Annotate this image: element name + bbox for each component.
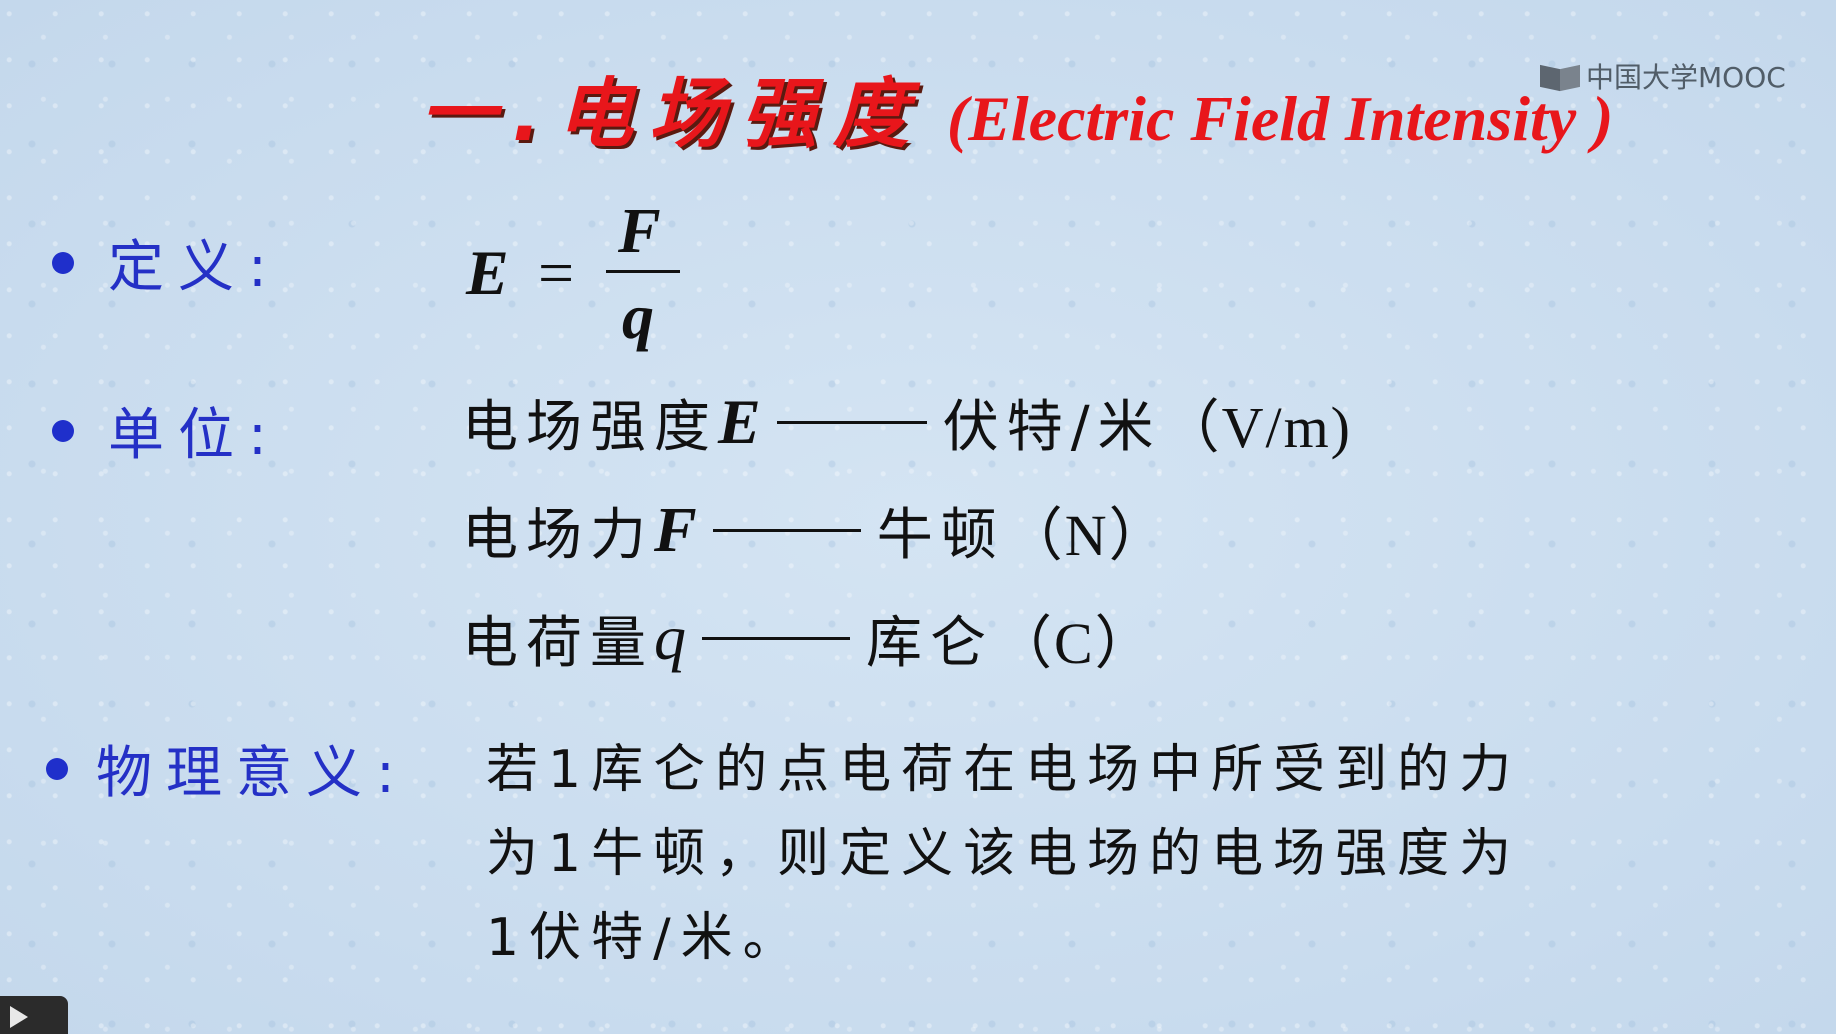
title-chinese: 一.电场强度 xyxy=(420,69,925,158)
bullet-icon xyxy=(52,251,74,274)
formula-numerator: F xyxy=(618,195,661,266)
unit-symbol-en: （C） xyxy=(994,611,1155,676)
units-row: 单位: xyxy=(52,390,281,471)
definition-formula: E = F q xyxy=(466,195,686,352)
bullet-icon xyxy=(52,419,74,442)
unit-symbol: F xyxy=(654,494,697,565)
meaning-line: 1伏特/米。 xyxy=(486,908,805,968)
unit-quantity: 电场力 xyxy=(462,502,654,568)
unit-symbol-en: （V/m) xyxy=(1161,395,1352,460)
unit-line-field-strength: 电场强度 E 伏特/米 （V/m) xyxy=(462,380,1352,464)
formula-denominator: q xyxy=(622,281,654,352)
unit-name: 库仑 xyxy=(866,610,994,676)
mooc-watermark: 中国大学MOOC xyxy=(1540,56,1786,96)
unit-symbol: E xyxy=(718,386,761,457)
unit-symbol: q xyxy=(654,602,686,673)
meaning-text: 若1库仑的点电荷在电场中所受到的力 为1牛顿，则定义该电场的电场强度为 1伏特/… xyxy=(486,728,1726,980)
watermark-text: 中国大学MOOC xyxy=(1586,61,1786,94)
play-icon[interactable] xyxy=(0,996,68,1034)
formula-equals: = xyxy=(538,237,575,308)
units-label: 单位: xyxy=(108,403,281,468)
bullet-icon xyxy=(46,757,68,780)
em-dash xyxy=(776,420,927,424)
meaning-row: 物理意义: xyxy=(46,728,409,809)
slide-title: 一.电场强度 (Electric Field Intensity ) xyxy=(420,52,1613,162)
mooc-logo-icon xyxy=(1540,63,1580,89)
unit-quantity: 电荷量 xyxy=(462,610,654,676)
unit-name: 牛顿 xyxy=(876,502,1005,568)
formula-lhs: E xyxy=(466,237,509,308)
meaning-line: 若1库仑的点电荷在电场中所受到的力 xyxy=(486,740,1522,800)
title-english: (Electric Field Intensity ) xyxy=(946,83,1614,154)
definition-row: 定义: xyxy=(52,222,281,303)
unit-name: 伏特/米 xyxy=(942,394,1162,460)
unit-symbol-en: （N） xyxy=(1004,503,1169,568)
em-dash xyxy=(702,636,850,640)
definition-label: 定义: xyxy=(108,235,281,300)
meaning-line: 为1牛顿，则定义该电场的电场强度为 xyxy=(486,824,1522,884)
unit-quantity: 电场强度 xyxy=(462,394,718,460)
em-dash xyxy=(712,528,861,532)
unit-line-charge: 电荷量 q 库仑 （C） xyxy=(462,596,1155,680)
unit-line-force: 电场力 F 牛顿 （N） xyxy=(462,488,1169,572)
meaning-label: 物理意义: xyxy=(96,741,409,806)
fraction-bar xyxy=(606,270,680,273)
